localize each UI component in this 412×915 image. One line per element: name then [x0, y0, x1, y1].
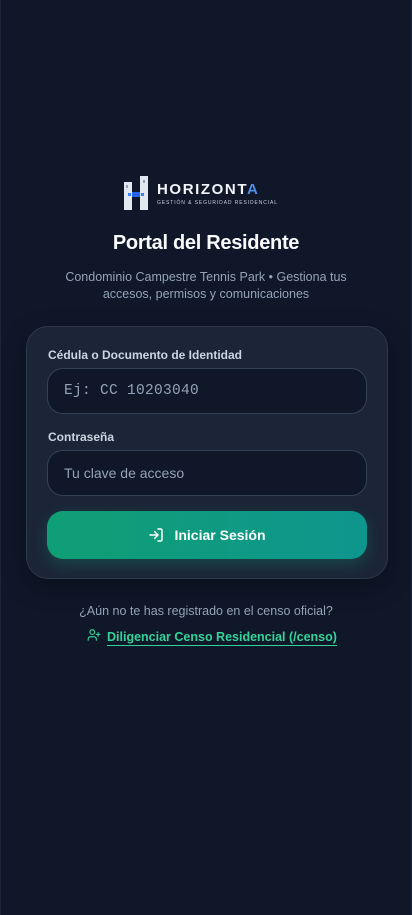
id-document-input[interactable] — [47, 368, 367, 414]
brand-tagline: GESTIÓN & SEGURIDAD RESIDENCIAL — [157, 200, 278, 206]
brand-logo: HORIZONTA GESTIÓN & SEGURIDAD RESIDENCIA… — [121, 175, 277, 213]
login-page: HORIZONTA GESTIÓN & SEGURIDAD RESIDENCIA… — [0, 0, 412, 915]
user-plus-icon — [87, 628, 101, 647]
census-register-link[interactable]: Diligenciar Censo Residencial (/censo) — [87, 628, 337, 647]
brand-name: HORIZONTA — [157, 181, 260, 198]
page-subtitle: Condominio Campestre Tennis Park • Gesti… — [65, 270, 347, 301]
register-question: ¿Aún no te has registrado en el censo of… — [79, 604, 333, 618]
password-field-label: Contraseña — [48, 430, 115, 444]
login-card: Cédula o Documento de Identidad Contrase… — [26, 326, 388, 579]
building-logo-icon — [121, 176, 151, 212]
id-field-label: Cédula o Documento de Identidad — [48, 348, 243, 362]
census-register-link-label: Diligenciar Censo Residencial (/censo) — [107, 629, 337, 646]
login-icon — [148, 527, 164, 543]
login-button[interactable]: Iniciar Sesión — [47, 511, 367, 559]
login-button-label: Iniciar Sesión — [174, 527, 266, 543]
password-input[interactable] — [47, 450, 367, 496]
page-title: Portal del Residente — [112, 232, 300, 254]
